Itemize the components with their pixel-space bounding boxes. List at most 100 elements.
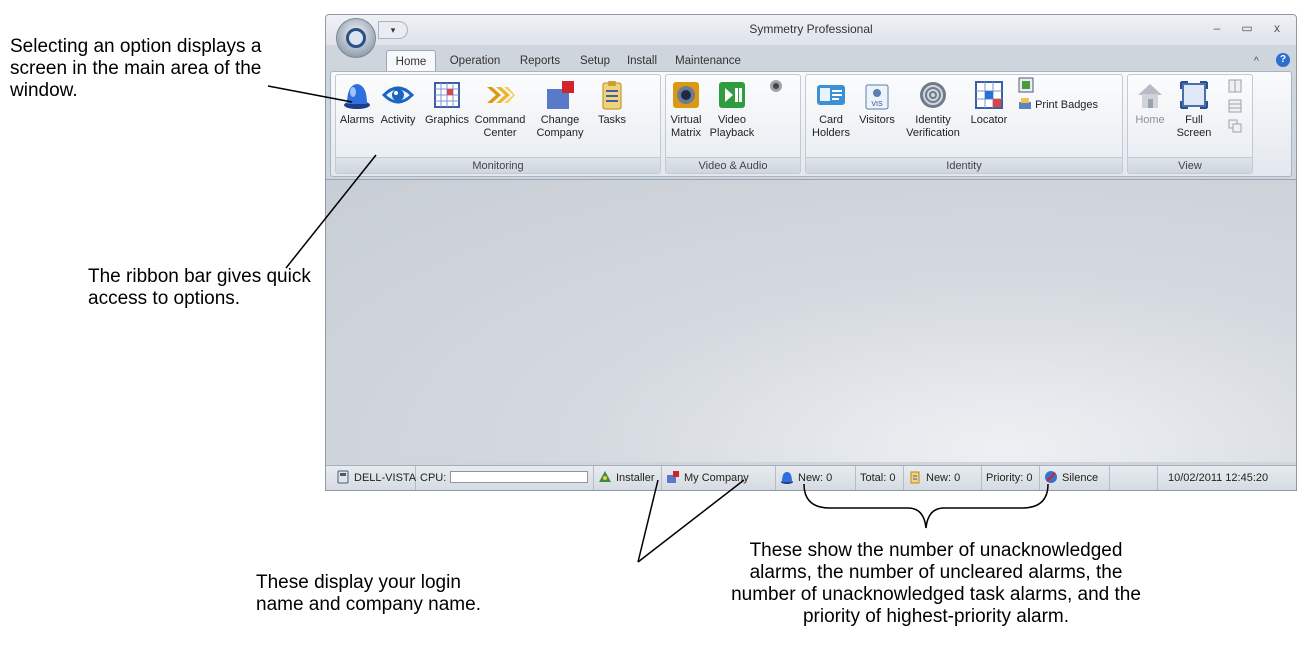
alarms-total-panel[interactable]: Total: 0 [856, 466, 904, 490]
tab-maintenance[interactable]: Maintenance [668, 50, 748, 72]
virtual-matrix-label: Virtual Matrix [670, 114, 702, 139]
camera-lens-icon [673, 82, 699, 108]
video-playback-button[interactable]: Video Playback [706, 79, 758, 140]
priority-panel[interactable]: Priority: 0 [982, 466, 1040, 490]
tasks-button[interactable]: Tasks [592, 79, 632, 127]
group-monitoring: Alarms Activity Graphics Command Center … [335, 74, 661, 174]
company-panel: My Company [662, 466, 776, 490]
home-button[interactable]: Home [1130, 79, 1170, 127]
identity-verification-label: Identity Verification [906, 114, 960, 139]
main-area [326, 179, 1296, 462]
group-label-monitoring: Monitoring [336, 157, 660, 173]
group-label-video-audio: Video & Audio [666, 157, 800, 173]
visitors-button[interactable]: VIS Visitors [856, 79, 898, 127]
cpu-meter [450, 471, 589, 483]
ribbon-bar: Alarms Activity Graphics Command Center … [330, 71, 1292, 177]
tab-install[interactable]: Install [620, 50, 664, 72]
minimize-ribbon-button[interactable]: ^ [1254, 56, 1259, 67]
tab-setup[interactable]: Setup [572, 50, 618, 72]
computer-name: DELL-VISTA [354, 472, 417, 484]
company-icon [667, 471, 679, 483]
annotation-ribbon: The ribbon bar gives quick access to opt… [88, 266, 311, 309]
login-name: Installer [616, 472, 655, 484]
home-icon [1138, 84, 1162, 108]
full-screen-label: Full Screen [1176, 114, 1212, 139]
card-holders-button[interactable]: Card Holders [808, 79, 854, 140]
company-name: My Company [684, 472, 749, 484]
silence-button[interactable]: Silence [1040, 466, 1110, 490]
minimize-button[interactable]: – [1206, 20, 1228, 36]
visitor-badge-icon: VIS [865, 84, 889, 110]
alarms-new-panel[interactable]: New: 0 [776, 466, 856, 490]
full-screen-button[interactable]: Full Screen [1172, 79, 1216, 140]
tab-reports[interactable]: Reports [512, 50, 568, 72]
full-screen-icon [1180, 81, 1208, 109]
leader-login [637, 479, 659, 563]
annotation-main-area: Selecting an option displays a screen in… [10, 36, 262, 101]
group-label-identity: Identity [806, 157, 1122, 173]
annotation-alarms: These show the number of unacknowledged … [731, 540, 1141, 627]
locator-grid-icon [975, 81, 1003, 109]
virtual-matrix-button[interactable]: Virtual Matrix [668, 79, 704, 140]
cpu-label: CPU: [420, 472, 447, 484]
alarms-total-count: Total: 0 [860, 472, 896, 484]
status-bar: DELL-VISTA CPU: Installer My Company New… [326, 465, 1296, 490]
alarms-label: Alarms [339, 114, 375, 126]
annotation-login: These display your login name and compan… [256, 572, 481, 615]
svg-text:VIS: VIS [871, 101, 883, 108]
id-card-icon [817, 85, 845, 105]
maximize-button[interactable]: ▭ [1236, 20, 1258, 36]
locator-button[interactable]: Locator [966, 79, 1012, 127]
app-window: ▾ Symmetry Professional – ▭ x Home Opera… [325, 14, 1297, 491]
clipboard-icon [910, 471, 920, 484]
tile-horizontal-icon[interactable] [1228, 99, 1242, 113]
app-menu-button[interactable] [336, 18, 376, 58]
help-icon[interactable]: ? [1276, 53, 1290, 67]
print-badges-label: Print Badges [1035, 99, 1099, 111]
grid-graphics-icon [434, 82, 460, 108]
locator-label: Locator [970, 114, 1008, 126]
window-title: Symmetry Professional [749, 22, 873, 36]
badge-design-icon [1018, 77, 1034, 93]
alarms-button[interactable]: Alarms [338, 79, 376, 127]
print-badges-icon [1019, 98, 1031, 109]
datetime-panel: 10/02/2011 12:45:20 [1158, 466, 1296, 490]
cpu-panel: CPU: [416, 466, 594, 490]
login-name-panel: Installer [594, 466, 662, 490]
app-logo-icon [346, 28, 366, 48]
tab-operation[interactable]: Operation [442, 50, 508, 72]
graphics-label: Graphics [424, 114, 470, 126]
tab-home[interactable]: Home [386, 50, 436, 72]
computer-icon [337, 470, 349, 484]
graphics-button[interactable]: Graphics [422, 79, 472, 127]
tasks-new-panel[interactable]: New: 0 [904, 466, 982, 490]
print-badges-button[interactable]: Print Badges [1018, 97, 1118, 112]
datetime: 10/02/2011 12:45:20 [1168, 472, 1269, 484]
company-icon [547, 81, 574, 109]
identity-verification-button[interactable]: Identity Verification [902, 79, 964, 140]
activity-button[interactable]: Activity [376, 79, 420, 127]
group-video-audio: Virtual Matrix Video Playback Video & Au… [665, 74, 801, 174]
group-identity: Card Holders VIS Visitors Identity Verif… [805, 74, 1123, 174]
audio-button[interactable] [766, 79, 786, 97]
badge-design-button[interactable] [1018, 77, 1034, 93]
group-view: Home Full Screen View [1127, 74, 1253, 174]
home-label: Home [1135, 114, 1165, 126]
video-playback-label: Video Playback [709, 114, 755, 139]
alarm-beacon-icon [344, 84, 370, 109]
activity-label: Activity [380, 114, 416, 126]
play-pause-icon [719, 82, 745, 108]
fingerprint-icon [920, 82, 946, 108]
eye-icon [382, 86, 414, 104]
title-bar: ▾ Symmetry Professional – ▭ x [326, 15, 1296, 45]
group-label-view: View [1128, 157, 1252, 173]
command-center-button[interactable]: Command Center [472, 79, 528, 140]
change-company-label: Change Company [536, 114, 584, 139]
chevrons-icon [487, 87, 515, 103]
tile-vertical-icon[interactable] [1228, 79, 1242, 93]
cascade-icon[interactable] [1228, 119, 1242, 133]
computer-name-panel: DELL-VISTA [326, 466, 417, 490]
change-company-button[interactable]: Change Company [532, 79, 588, 140]
silence-label: Silence [1062, 472, 1099, 484]
close-button[interactable]: x [1266, 20, 1288, 36]
